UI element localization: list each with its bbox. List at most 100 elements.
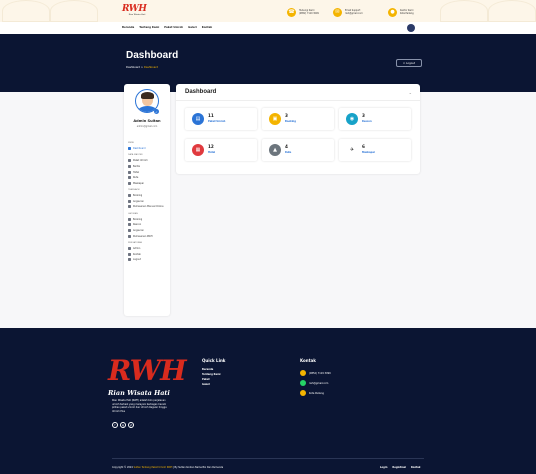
package-icon <box>128 159 131 163</box>
stat-value: 6 <box>362 144 365 149</box>
user-avatar[interactable] <box>407 24 415 32</box>
sidebar-item[interactable]: Logout <box>128 257 168 263</box>
footer-contact-location: Kota Padang <box>300 388 331 398</box>
footer-link-kontak[interactable]: Kontak <box>411 466 421 469</box>
sidebar-menu: MENU Dashboard DATA MASTER Paket Umroh Berit… <box>128 139 168 262</box>
mail-icon: ✉ <box>333 7 342 17</box>
location-icon <box>300 390 306 396</box>
stat-label: Rescon <box>362 120 372 123</box>
sidebar-item-label: Logout <box>133 258 141 262</box>
installment-icon <box>128 199 131 203</box>
footer-divider <box>112 458 424 459</box>
copyright-prefix: Copyright © 2024 <box>112 466 134 469</box>
sidebar-item-label: Paket Umroh <box>133 159 148 163</box>
stat-card[interactable]: ▲ 4 Rute <box>262 139 334 161</box>
sidebar-item-label: Booking <box>133 217 143 221</box>
contact-title: Kontak <box>300 358 316 363</box>
stat-card[interactable]: ▦ 12 Hotel <box>185 139 257 161</box>
instagram-icon[interactable]: ig <box>120 422 126 428</box>
sidebar-section-title: MENU <box>128 142 135 144</box>
route-icon: ▲ <box>269 144 281 156</box>
report-rescon-icon <box>128 223 131 227</box>
sidebar-item-label: Admin <box>133 247 141 250</box>
footer-bottom-links: Login Registrasi Kontak <box>380 466 421 469</box>
breadcrumb-current: Dashboard <box>143 66 158 69</box>
plane-icon <box>128 181 131 185</box>
logout-button[interactable]: ⇰ Logout <box>396 59 422 67</box>
stat-card[interactable]: ▣ 3 Booking <box>262 108 334 130</box>
dashboard-panel: Dashboard ⌄ ▤ 11 Paket Umroh ▣ 3 Booking ◉ 3 Res… <box>176 84 420 174</box>
nav-link-beranda[interactable]: Beranda <box>122 26 134 29</box>
nav-link-galeri[interactable]: Galeri <box>188 26 197 29</box>
route-icon <box>128 176 131 180</box>
profile-email: admin@gmail.com <box>136 125 158 128</box>
panel-title: Dashboard <box>185 89 217 95</box>
logo-subtitle: Rian Wisata Hati <box>128 14 146 16</box>
stat-label: Paket Umroh <box>208 120 226 123</box>
site-logo[interactable]: RWH Rian Wisata Hati <box>122 4 152 20</box>
facebook-icon[interactable]: f <box>112 422 118 428</box>
booking-icon: ▣ <box>269 113 281 125</box>
breadcrumb-root[interactable]: Dashboard <box>126 66 140 69</box>
header-contact-phone: ☎ Hubungi Kami (0852) 7119 3099 <box>287 7 319 17</box>
sidebar-item[interactable]: Maskapai <box>128 181 168 187</box>
sidebar-item-label: Booking <box>133 194 143 198</box>
nav-links: Beranda Tentang Kami Paket Umroh Galeri … <box>122 26 212 29</box>
copyright-brand[interactable]: Sultan Tentang Paket Umroh RWH <box>134 466 173 469</box>
logout-icon <box>128 258 131 262</box>
footer-link-login[interactable]: Login <box>380 466 387 469</box>
hotel-icon <box>128 170 131 174</box>
sidebar-section-title: DATA MASTER <box>128 154 143 157</box>
stat-label: Booking <box>285 120 296 123</box>
verified-icon: ✓ <box>154 109 159 114</box>
logout-icon: ⇰ <box>402 61 406 65</box>
header-contact-location: ● Kantor Kami Kota Padang <box>388 7 414 17</box>
social-links: f ig yt <box>112 422 134 428</box>
contact-icon <box>128 252 131 256</box>
nav-link-kontak[interactable]: Kontak <box>202 26 212 29</box>
footer-contact-email: rwh@gmail.com <box>300 378 331 388</box>
decorative-arch <box>2 0 50 22</box>
breadcrumb: Dashboard > Dashboard <box>126 66 158 69</box>
sidebar-item-label: Hotel <box>133 170 140 174</box>
sidebar-item[interactable]: Pemesanan RWH <box>128 233 168 239</box>
footer-link-register[interactable]: Registrasi <box>392 466 406 469</box>
stat-card[interactable]: ✈ 6 Maskapai <box>339 139 411 161</box>
rescon-icon: ◉ <box>346 113 358 125</box>
sidebar-section-title: TRANSAKSI <box>128 189 140 192</box>
nav-link-tentang[interactable]: Tentang Kami <box>139 26 159 29</box>
sidebar-section-title: PENGATURAN <box>128 241 143 244</box>
profile-name: Admin Sultan <box>133 119 161 123</box>
sidebar-item[interactable]: Dashboard <box>128 146 168 152</box>
footer-description: Rian Wisata Hati (RWH) adalah biro perja… <box>112 399 167 413</box>
logout-label: Logout <box>406 61 416 65</box>
grid-icon <box>128 147 131 151</box>
stat-card[interactable]: ▤ 11 Paket Umroh <box>185 108 257 130</box>
sidebar-item-label: Rescon <box>133 223 142 227</box>
breadcrumb-separator: > <box>140 66 144 69</box>
youtube-icon[interactable]: yt <box>128 422 134 428</box>
chevron-down-icon[interactable]: ⌄ <box>409 90 412 95</box>
booking-icon <box>128 194 131 198</box>
contact-value: Kota Padang <box>400 12 414 15</box>
sidebar-item[interactable]: Pemesanan Manual Online <box>128 204 168 210</box>
stat-value: 3 <box>285 113 288 118</box>
phone-icon: ☎ <box>287 7 296 17</box>
main-navbar: Beranda Tentang Kami Paket Umroh Galeri … <box>0 22 536 34</box>
plane-icon: ✈ <box>349 147 355 153</box>
stat-value: 12 <box>208 144 214 149</box>
stat-value: 4 <box>285 144 288 149</box>
footer-logo-text: RWH <box>108 354 187 387</box>
stat-card[interactable]: ◉ 3 Rescon <box>339 108 411 130</box>
footer: RWH Rian Wisata Hati Rian Wisata Hati (R… <box>0 328 536 474</box>
top-header: RWH Rian Wisata Hati ☎ Hubungi Kami (0852… <box>0 0 536 22</box>
contact-value: Kota Padang <box>309 391 324 395</box>
sidebar-item-label: Pemesanan RWH <box>133 234 153 238</box>
page-title: Dashboard <box>126 50 179 61</box>
sidebar: ✓ Admin Sultan admin@gmail.com MENU Dashb… <box>124 84 170 316</box>
order-icon <box>128 205 131 209</box>
contact-value: rwh@gmail.com <box>345 12 363 15</box>
nav-link-paket[interactable]: Paket Umroh <box>164 26 183 29</box>
quick-link-galeri[interactable]: Galeri <box>202 383 220 388</box>
sidebar-item-label: Angsuran <box>133 199 144 203</box>
